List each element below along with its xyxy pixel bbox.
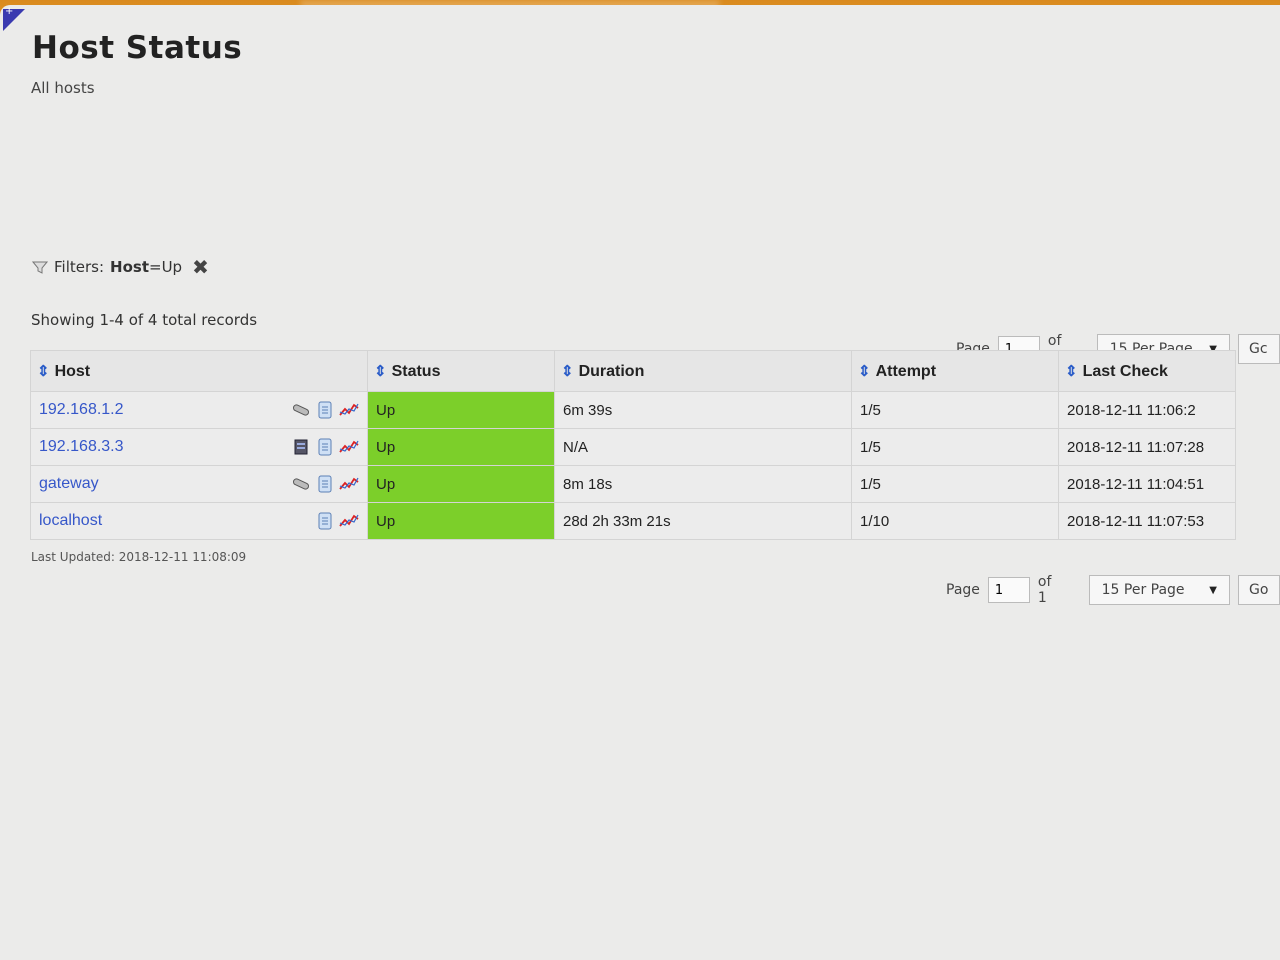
attempt-cell: 1/5 xyxy=(851,428,1059,466)
last-check-cell: 2018-12-11 11:07:28 xyxy=(1058,428,1236,466)
attempt-cell: 1/10 xyxy=(851,502,1059,540)
network-cable-icon[interactable] xyxy=(291,475,311,493)
host-cell: 192.168.1.2 xyxy=(30,391,368,429)
notes-icon[interactable] xyxy=(315,438,335,456)
notes-icon[interactable] xyxy=(315,475,335,493)
attempt-cell: 1/5 xyxy=(851,465,1059,503)
status-cell: Up xyxy=(367,428,555,466)
column-duration[interactable]: ⇕ Duration xyxy=(554,350,852,392)
graph-icon[interactable] xyxy=(339,438,359,456)
notes-icon[interactable] xyxy=(315,512,335,530)
notes-icon[interactable] xyxy=(315,401,335,419)
filter-key: Host xyxy=(110,258,149,276)
duration-cell: 6m 39s xyxy=(554,391,852,429)
per-page-select[interactable]: 15 Per Page ▼ xyxy=(1088,575,1230,605)
last-updated: Last Updated: 2018-12-11 11:08:09 xyxy=(31,550,247,564)
filters-bar: Filters: Host=Up ✖ xyxy=(32,255,209,279)
sort-icon[interactable]: ⇕ xyxy=(1065,363,1078,380)
last-check-cell: 2018-12-11 11:07:53 xyxy=(1058,502,1236,540)
host-link[interactable]: localhost xyxy=(39,512,102,529)
table-row: 192.168.1.2 Up 6m 39s 1/5 2018-12-11 11:06:2 xyxy=(30,391,1236,429)
graph-icon[interactable] xyxy=(339,512,359,530)
per-page-value: 15 Per Page xyxy=(1101,582,1185,598)
sort-icon[interactable]: ⇕ xyxy=(374,363,387,380)
pager-bottom: Page of 1 15 Per Page ▼ Go xyxy=(946,574,1280,606)
column-status[interactable]: ⇕ Status xyxy=(367,350,555,392)
column-attempt[interactable]: ⇕ Attempt xyxy=(851,350,1059,392)
attempt-cell: 1/5 xyxy=(851,391,1059,429)
sort-icon[interactable]: ⇕ xyxy=(858,363,871,380)
duration-cell: 28d 2h 33m 21s xyxy=(554,502,852,540)
status-cell: Up xyxy=(367,502,555,540)
server-icon[interactable] xyxy=(291,438,311,456)
column-host[interactable]: ⇕ Host xyxy=(30,350,368,392)
last-check-cell: 2018-12-11 11:04:51 xyxy=(1058,465,1236,503)
page-title: Host Status xyxy=(32,30,243,66)
go-button[interactable]: Gc xyxy=(1238,334,1280,364)
duration-cell: N/A xyxy=(554,428,852,466)
filter-value: =Up xyxy=(149,258,183,276)
page-of-label: of 1 xyxy=(1037,574,1052,606)
table-header-row: ⇕ Host ⇕ Status ⇕ Duration ⇕ Attempt ⇕ Last C… xyxy=(30,350,1236,392)
chevron-down-icon: ▼ xyxy=(1209,584,1217,596)
page-label: Page xyxy=(946,582,980,598)
sort-icon[interactable]: ⇕ xyxy=(561,363,574,380)
host-status-table: ⇕ Host ⇕ Status ⇕ Duration ⇕ Attempt ⇕ Last C… xyxy=(30,350,1236,540)
records-count: Showing 1-4 of 4 total records xyxy=(31,311,258,329)
status-cell: Up xyxy=(367,391,555,429)
host-cell: localhost xyxy=(30,502,368,540)
network-cable-icon[interactable] xyxy=(291,401,311,419)
last-check-cell: 2018-12-11 11:06:2 xyxy=(1058,391,1236,429)
status-cell: Up xyxy=(367,465,555,503)
graph-icon[interactable] xyxy=(339,401,359,419)
host-cell: gateway xyxy=(30,465,368,503)
table-row: 192.168.3.3 Up N/A 1/5 2018-12-11 11:07:28 xyxy=(30,428,1236,466)
host-cell: 192.168.3.3 xyxy=(30,428,368,466)
clear-filter-icon[interactable]: ✖ xyxy=(192,255,209,279)
plus-icon[interactable]: + xyxy=(5,7,13,17)
page-subtitle: All hosts xyxy=(31,79,95,97)
table-row: localhost Up 28d 2h 33m 21s 1/10 2018-12-11 … xyxy=(30,502,1236,540)
host-link[interactable]: 192.168.1.2 xyxy=(39,401,124,418)
host-link[interactable]: 192.168.3.3 xyxy=(39,438,124,455)
filters-label: Filters: xyxy=(54,258,105,276)
filter-icon xyxy=(32,261,48,274)
go-button[interactable]: Go xyxy=(1238,575,1280,605)
duration-cell: 8m 18s xyxy=(554,465,852,503)
table-row: gateway Up 8m 18s 1/5 2018-12-11 11:04:51 xyxy=(30,465,1236,503)
sort-icon[interactable]: ⇕ xyxy=(37,363,50,380)
page-number-input[interactable] xyxy=(987,577,1030,603)
graph-icon[interactable] xyxy=(339,475,359,493)
column-last-check[interactable]: ⇕ Last Check xyxy=(1058,350,1236,392)
host-link[interactable]: gateway xyxy=(39,475,99,492)
